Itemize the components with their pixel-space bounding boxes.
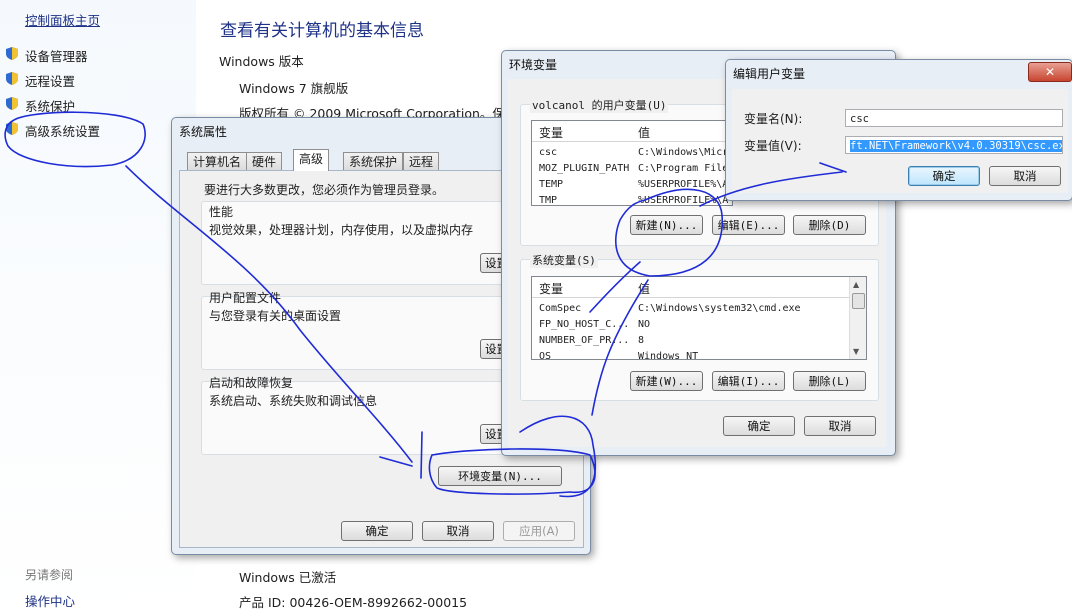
list-header: 变量 值: [532, 121, 732, 142]
close-icon[interactable]: ✕: [1028, 62, 1072, 82]
windows-edition-heading: Windows 版本: [219, 54, 304, 69]
shield-icon: [6, 72, 18, 85]
user-delete-button[interactable]: 删除(D): [793, 215, 866, 235]
table-row[interactable]: csc: [539, 145, 557, 161]
tab-computer-name[interactable]: 计算机名: [187, 152, 248, 170]
table-row[interactable]: OS: [539, 349, 551, 359]
variable-name-input[interactable]: csc: [845, 109, 1063, 127]
user-vars-list[interactable]: 变量 值 csc C:\Windows\Micr MOZ_PLUGIN_PATH…: [531, 120, 733, 206]
system-vars-label: 系统变量(S): [530, 252, 598, 268]
product-id: 产品 ID: 00426-OEM-8992662-00015: [239, 595, 468, 610]
nav-system-protection[interactable]: 系统保护: [25, 96, 75, 115]
system-vars-list[interactable]: 变量 值 ComSpec C:\Windows\system32\cmd.exe…: [531, 276, 867, 360]
table-cell: %USERPROFILE%\A: [638, 195, 729, 206]
user-new-button[interactable]: 新建(N)...: [630, 215, 703, 235]
user-edit-button[interactable]: 编辑(E)...: [712, 215, 785, 235]
nav-advanced-system-settings[interactable]: 高级系统设置: [25, 121, 100, 140]
column-value[interactable]: 值: [638, 280, 650, 297]
apply-button[interactable]: 应用(A): [503, 521, 575, 541]
dialog-title: 系统属性: [179, 125, 228, 139]
variable-name-label: 变量名(N):: [744, 112, 803, 126]
windows-edition-value: Windows 7 旗舰版: [239, 81, 349, 96]
performance-desc: 视觉效果，处理器计划，内存使用，以及虚拟内存: [209, 223, 474, 237]
ok-button[interactable]: 确定: [341, 521, 413, 541]
admin-note: 要进行大多数更改，您必须作为管理员登录。: [204, 183, 445, 197]
table-row[interactable]: TMP: [539, 193, 557, 205]
table-cell: C:\Windows\Micr: [638, 147, 729, 158]
nav-remote-settings[interactable]: 远程设置: [25, 71, 75, 90]
tab-remote[interactable]: 远程: [403, 152, 440, 170]
user-profiles-desc: 与您登录有关的桌面设置: [209, 309, 342, 323]
edit-cancel-button[interactable]: 取消: [989, 166, 1061, 186]
table-cell: 8: [638, 335, 645, 346]
tab-hardware[interactable]: 硬件: [246, 152, 283, 170]
table-row[interactable]: ComSpec: [539, 301, 581, 317]
environment-variables-button[interactable]: 环境变量(N)...: [438, 466, 562, 486]
env-ok-button[interactable]: 确定: [723, 416, 795, 436]
scrollbar[interactable]: ▲ ▼: [849, 277, 866, 359]
dialog-title: 环境变量: [509, 58, 558, 72]
cancel-button[interactable]: 取消: [422, 521, 494, 541]
system-delete-button[interactable]: 删除(L): [793, 371, 866, 391]
column-variable[interactable]: 变量: [539, 280, 563, 297]
control-panel-sidebar: 控制面板主页 设备管理器 远程设置 系统保护 高级系统设置 另请参阅 操作中心: [0, 0, 196, 613]
table-row[interactable]: TEMP: [539, 177, 563, 193]
table-row[interactable]: MOZ_PLUGIN_PATH: [539, 161, 629, 177]
system-edit-button[interactable]: 编辑(I)...: [712, 371, 785, 391]
see-also-heading: 另请参阅: [25, 568, 74, 582]
system-new-button[interactable]: 新建(W)...: [630, 371, 703, 391]
performance-title: 性能: [209, 205, 234, 219]
scroll-thumb[interactable]: [852, 293, 865, 309]
edit-ok-button[interactable]: 确定: [908, 166, 980, 186]
activation-status: Windows 已激活: [239, 570, 337, 585]
table-cell: C:\Windows\system32\cmd.exe: [638, 303, 801, 314]
list-header: 变量 值: [532, 277, 866, 298]
selected-text: ft.NET\Framework\v4.0.30319\csc.exe: [850, 140, 1062, 152]
control-panel-home-link[interactable]: 控制面板主页: [25, 10, 100, 29]
shield-icon: [6, 47, 18, 60]
dialog-title: 编辑用户变量: [733, 67, 806, 81]
scroll-down-icon[interactable]: ▼: [853, 347, 859, 356]
startup-recovery-title: 启动和故障恢复: [209, 376, 294, 390]
scroll-up-icon[interactable]: ▲: [853, 280, 859, 289]
column-variable[interactable]: 变量: [539, 124, 563, 141]
shield-icon: [6, 122, 18, 135]
tab-system-protection[interactable]: 系统保护: [343, 152, 404, 170]
startup-recovery-desc: 系统启动、系统失败和调试信息: [209, 394, 378, 408]
tab-advanced[interactable]: 高级: [293, 149, 330, 171]
table-cell: %USERPROFILE%\A: [638, 179, 729, 190]
variable-value-label: 变量值(V):: [744, 139, 802, 153]
table-cell: NO: [638, 319, 651, 330]
table-row[interactable]: FP_NO_HOST_C...: [539, 317, 629, 333]
table-cell: Windows_NT: [638, 351, 699, 360]
table-row[interactable]: NUMBER_OF_PR...: [539, 333, 629, 349]
page-title: 查看有关计算机的基本信息: [220, 21, 424, 41]
user-profiles-title: 用户配置文件: [209, 291, 282, 305]
table-cell: C:\Program File: [638, 163, 729, 174]
variable-value-input[interactable]: ft.NET\Framework\v4.0.30319\csc.exe: [845, 136, 1063, 154]
shield-icon: [6, 97, 18, 110]
nav-device-manager[interactable]: 设备管理器: [25, 46, 88, 65]
env-cancel-button[interactable]: 取消: [804, 416, 876, 436]
column-value[interactable]: 值: [638, 124, 650, 141]
user-vars-label: volcanol 的用户变量(U): [530, 97, 669, 113]
action-center-link[interactable]: 操作中心: [25, 591, 75, 610]
